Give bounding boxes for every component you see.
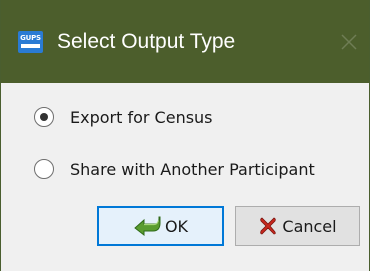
radio-button-checked[interactable] <box>34 107 54 127</box>
cancel-button[interactable]: Cancel <box>235 206 360 246</box>
ok-button[interactable]: OK <box>97 206 224 246</box>
radio-option-share-with-another-participant[interactable]: Share with Another Participant <box>34 155 315 183</box>
close-icon[interactable] <box>337 30 361 54</box>
cancel-label: Cancel <box>282 216 337 236</box>
radio-label: Export for Census <box>70 107 213 127</box>
green-arrow-icon <box>134 216 161 237</box>
select-output-type-dialog: GUPS Select Output Type Export for Censu… <box>0 0 370 271</box>
ok-label: OK <box>164 216 189 236</box>
title-bar[interactable]: GUPS Select Output Type <box>1 0 369 83</box>
logo-text: GUPS <box>20 34 41 42</box>
radio-label: Share with Another Participant <box>70 159 315 179</box>
radio-option-export-for-census[interactable]: Export for Census <box>34 103 213 131</box>
window-title: Select Output Type <box>57 30 236 53</box>
radio-button-unchecked[interactable] <box>34 159 54 179</box>
red-x-icon <box>260 217 277 235</box>
logo-bar <box>21 44 40 48</box>
app-logo-icon: GUPS <box>18 31 43 53</box>
